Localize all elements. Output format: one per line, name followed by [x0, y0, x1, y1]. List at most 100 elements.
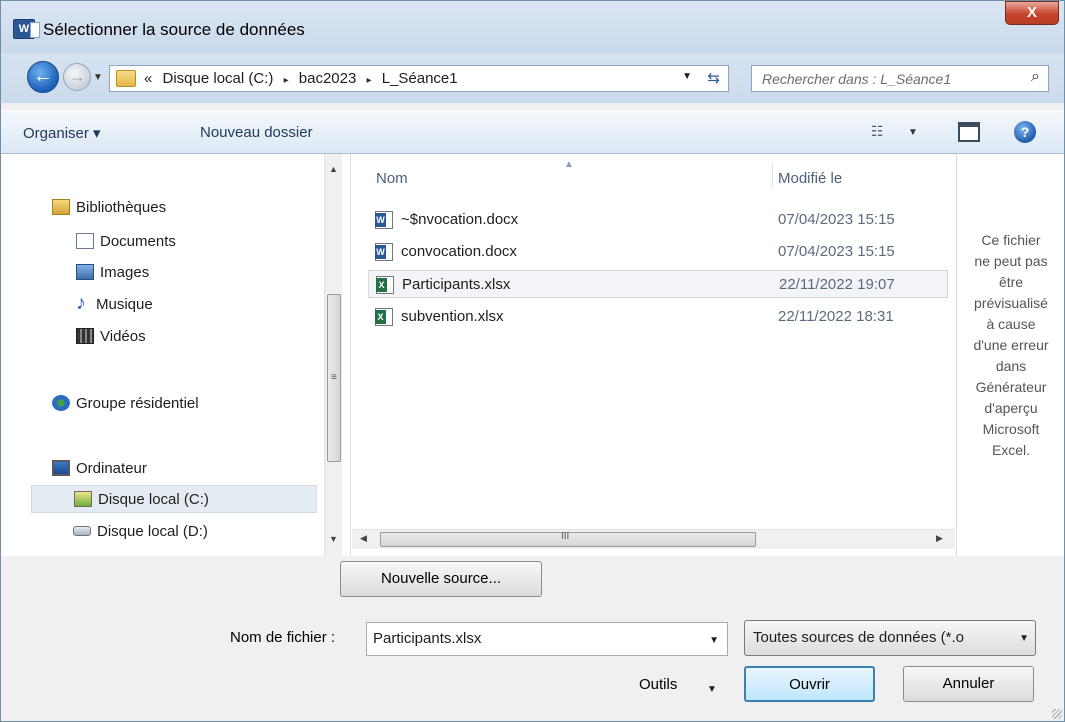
filename-combobox[interactable]: Participants.xlsx ▼ — [366, 622, 728, 656]
sidebar-item-ordinateur[interactable]: Ordinateur — [52, 455, 147, 483]
breadcrumb-separator-icon[interactable]: ▸ — [284, 75, 289, 86]
column-header-modified[interactable]: Modifié le — [778, 170, 842, 187]
file-row[interactable]: subvention.xlsx 22/11/2022 18:31 — [368, 303, 948, 331]
column-header-name[interactable]: Nom — [376, 170, 408, 187]
drive-d-icon — [73, 526, 91, 537]
filename-input[interactable]: Participants.xlsx — [373, 630, 481, 647]
breadcrumb-overflow[interactable]: « — [144, 70, 152, 87]
dialog-footer: Nouvelle source... Nom de fichier : Part… — [1, 556, 1064, 721]
breadcrumb-separator-icon[interactable]: ▸ — [367, 75, 372, 86]
drive-c-icon — [74, 491, 92, 508]
preview-line: dans — [995, 358, 1027, 374]
resize-grip-icon[interactable] — [1052, 709, 1062, 719]
help-icon[interactable]: ? — [1014, 121, 1036, 143]
sidebar-item-label: Ordinateur — [76, 460, 147, 477]
filename-dropdown-icon[interactable]: ▼ — [709, 635, 719, 646]
title-bar: W Sélectionner la source de données X — [1, 1, 1064, 53]
filetype-value: Toutes sources de données (*.o — [753, 629, 964, 646]
sidebar-item-label: Images — [100, 264, 150, 281]
browser-area: Bibliothèques Documents Images Musique V… — [1, 154, 1064, 556]
column-divider[interactable] — [772, 162, 773, 188]
address-dropdown-icon[interactable]: ▼ — [682, 71, 692, 82]
refresh-icon[interactable]: ⇆ — [707, 69, 720, 87]
breadcrumb: « Disque local (C:) ▸ bac2023 ▸ L_Séance… — [144, 70, 464, 87]
window-title: Sélectionner la source de données — [43, 20, 305, 39]
sidebar-item-label: Groupe résidentiel — [76, 395, 199, 412]
filetype-select[interactable]: Toutes sources de données (*.o ▼ — [744, 620, 1036, 656]
word-file-icon — [375, 211, 393, 229]
music-icon — [76, 289, 90, 317]
preview-message: Ce fichier ne peut pas être prévisualisé… — [957, 230, 1064, 461]
scroll-up-icon[interactable]: ▲ — [329, 164, 338, 174]
breadcrumb-item-l-seance1[interactable]: L_Séance1 — [382, 70, 458, 87]
scrollbar-thumb[interactable]: III — [380, 531, 756, 547]
grip-icon: ≡ — [331, 372, 337, 383]
open-button[interactable]: Ouvrir — [744, 666, 875, 702]
cancel-button[interactable]: Annuler — [903, 666, 1034, 702]
filename-label: Nom de fichier : — [230, 629, 336, 646]
search-input[interactable]: Rechercher dans : L_Séance1 — [762, 71, 951, 87]
preview-line: prévisualisé — [974, 295, 1048, 311]
preview-line: Générateur — [975, 379, 1047, 395]
file-name: Participants.xlsx — [402, 276, 511, 293]
breadcrumb-item-disque-c[interactable]: Disque local (C:) — [163, 70, 274, 87]
file-list-scrollbar[interactable]: ◀ III ▶ — [352, 529, 955, 549]
preview-line: Ce fichier — [981, 232, 1041, 248]
views-icon[interactable]: ☷ — [871, 123, 884, 140]
sidebar-item-label: Disque local (D:) — [97, 523, 208, 540]
command-toolbar: Organiser ▾ Nouveau dossier ☷ ▼ ? — [1, 110, 1064, 154]
preview-line: Microsoft — [982, 421, 1040, 437]
videos-icon — [76, 328, 94, 345]
recent-pages-dropdown-icon[interactable]: ▼ — [93, 73, 105, 83]
sidebar-item-groupe-residentiel[interactable]: Groupe résidentiel — [52, 390, 199, 418]
sidebar-item-bibliotheques[interactable]: Bibliothèques — [52, 194, 166, 222]
views-dropdown-icon[interactable]: ▼ — [908, 127, 918, 138]
preview-line: d'une erreur — [973, 337, 1049, 353]
excel-file-icon — [375, 308, 393, 326]
sidebar-item-documents[interactable]: Documents — [76, 228, 176, 256]
library-icon — [52, 199, 70, 216]
scroll-right-icon[interactable]: ▶ — [936, 533, 943, 544]
tools-button[interactable]: Outils — [639, 676, 677, 693]
file-row[interactable]: ~$nvocation.docx 07/04/2023 15:15 — [368, 206, 948, 234]
homegroup-icon — [52, 395, 70, 412]
new-source-button[interactable]: Nouvelle source... — [340, 561, 542, 597]
file-date: 07/04/2023 15:15 — [778, 211, 895, 228]
file-list: ▲ Nom Modifié le ~$nvocation.docx 07/04/… — [352, 154, 955, 556]
word-app-icon: W — [13, 19, 40, 39]
sidebar-item-label: Bibliothèques — [76, 199, 167, 216]
filetype-dropdown-icon[interactable]: ▼ — [1019, 633, 1029, 644]
file-row[interactable]: convocation.docx 07/04/2023 15:15 — [368, 238, 948, 266]
scroll-down-icon[interactable]: ▼ — [329, 534, 338, 544]
organize-button[interactable]: Organiser ▾ — [23, 124, 101, 142]
close-button[interactable]: X — [1005, 1, 1059, 25]
sidebar-item-images[interactable]: Images — [76, 259, 149, 287]
breadcrumb-item-bac2023[interactable]: bac2023 — [299, 70, 357, 87]
preview-pane-icon[interactable] — [958, 122, 980, 142]
preview-line: ne peut pas — [974, 253, 1048, 269]
folder-icon — [116, 70, 136, 87]
scroll-left-icon[interactable]: ◀ — [360, 533, 367, 544]
navigation-scrollbar[interactable]: ▲ ≡ ▼ — [324, 154, 342, 556]
scrollbar-thumb[interactable]: ≡ — [327, 294, 341, 462]
tools-dropdown-icon[interactable]: ▼ — [707, 684, 717, 695]
sidebar-item-disque-c[interactable]: Disque local (C:) — [31, 485, 317, 513]
excel-file-icon — [376, 276, 394, 294]
forward-button[interactable]: → — [63, 63, 91, 91]
sidebar-item-label: Vidéos — [100, 328, 146, 345]
file-row-selected[interactable]: Participants.xlsx 22/11/2022 19:07 — [368, 270, 948, 298]
sidebar-item-musique[interactable]: Musique — [76, 289, 153, 319]
sidebar-item-disque-d[interactable]: Disque local (D:) — [73, 518, 208, 546]
preview-pane: Ce fichier ne peut pas être prévisualisé… — [956, 154, 1064, 556]
sidebar-item-label: Musique — [96, 296, 153, 313]
search-icon[interactable]: ⌕ — [1031, 68, 1040, 86]
new-folder-button[interactable]: Nouveau dossier — [200, 124, 313, 141]
search-box[interactable]: Rechercher dans : L_Séance1 ⌕ — [751, 65, 1049, 92]
preview-line: d'aperçu — [984, 400, 1038, 416]
navigation-bar: ← → ▼ « Disque local (C:) ▸ bac2023 ▸ L_… — [1, 53, 1064, 103]
sort-ascending-icon: ▲ — [564, 159, 574, 170]
sidebar-item-videos[interactable]: Vidéos — [76, 323, 146, 351]
navigation-pane: Bibliothèques Documents Images Musique V… — [1, 154, 351, 556]
address-bar[interactable]: « Disque local (C:) ▸ bac2023 ▸ L_Séance… — [109, 65, 729, 92]
back-button[interactable]: ← — [27, 61, 59, 93]
